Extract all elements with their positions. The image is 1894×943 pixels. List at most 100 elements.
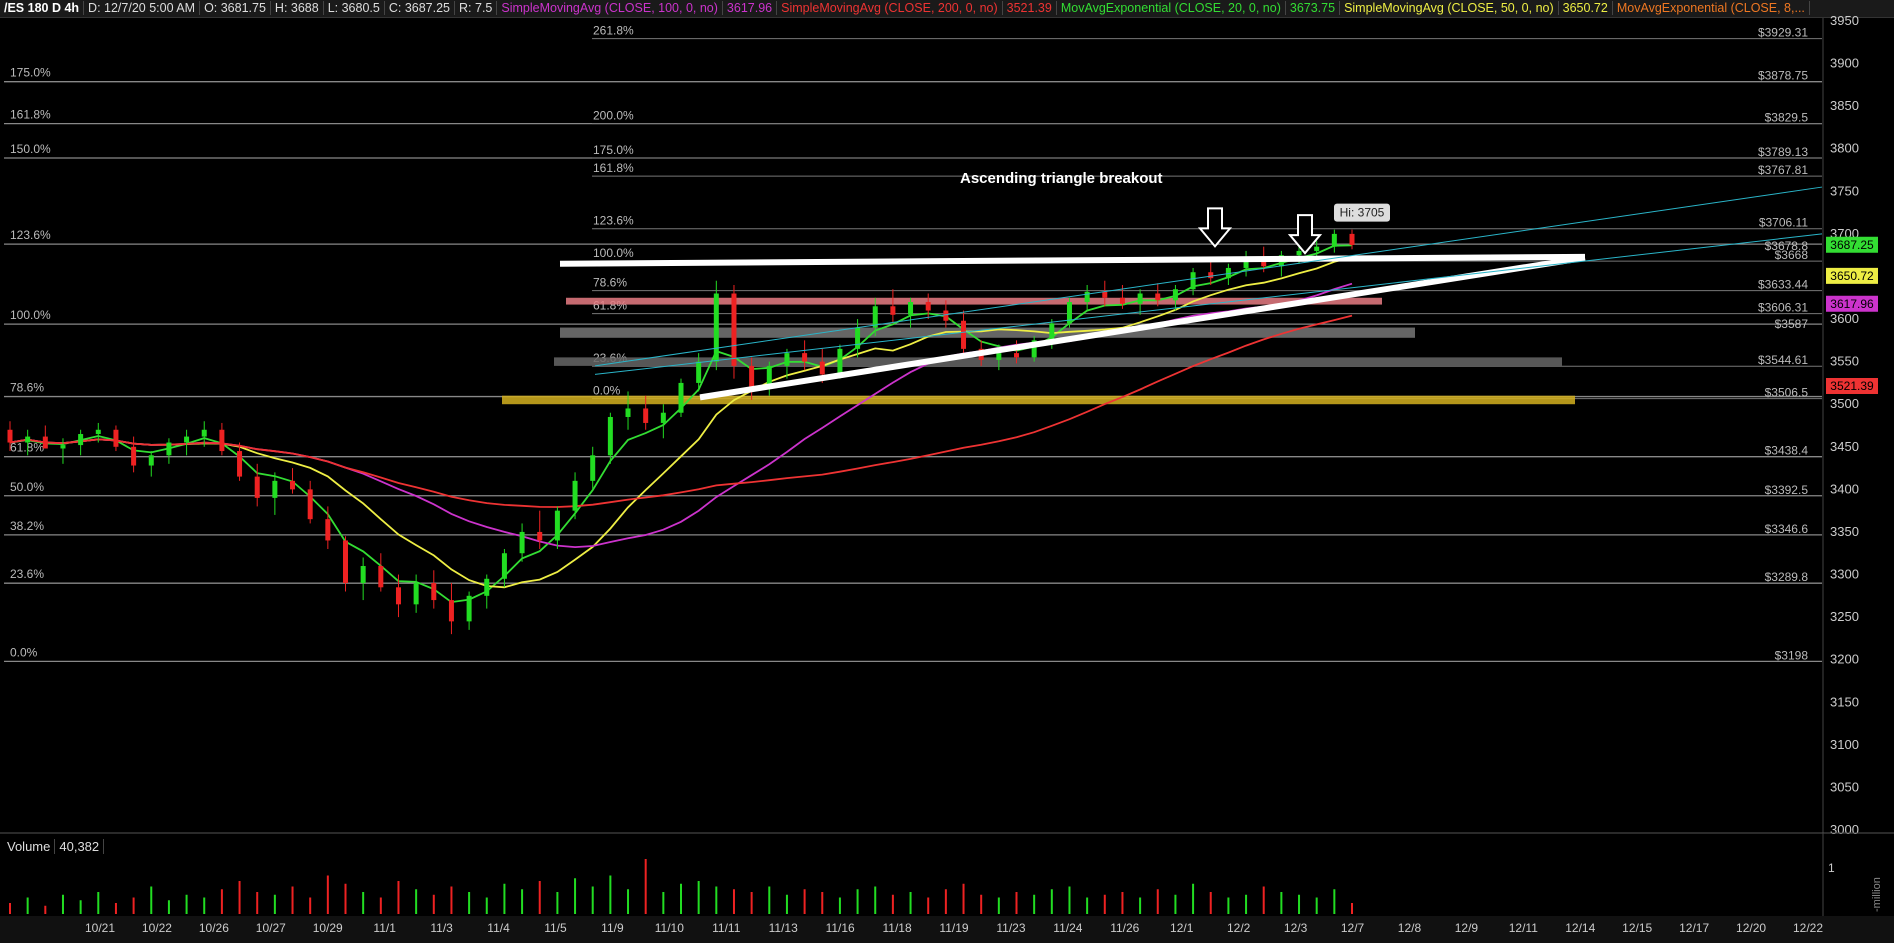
candle-body [484,578,490,596]
volume-bar [309,897,312,914]
x-tick-label: 11/23 [996,921,1025,935]
x-tick-label: 12/9 [1455,921,1479,935]
x-tick-label: 10/21 [85,921,115,935]
volume-bar [750,892,753,914]
candle-body [554,510,560,541]
volume-bar [715,886,718,914]
candle-body [78,434,84,446]
y-tick-label: 3350 [1830,524,1859,539]
price-badge-label: 3521.39 [1830,379,1874,393]
candle-body [1049,323,1055,341]
volume-bar [326,875,329,914]
volume-bar [1103,894,1106,914]
x-tick-label: 10/22 [142,921,172,935]
candle-body [802,353,808,362]
candle-body [131,446,137,466]
fib-left-label: 78.6% [10,381,44,395]
volume-bar [79,900,82,914]
y-tick-label: 3200 [1830,652,1859,667]
volume-bar [838,897,841,914]
candle-body [961,320,967,349]
y-tick-label: 3050 [1830,779,1859,794]
candle-body [1102,291,1108,298]
x-tick-label: 12/7 [1341,921,1365,935]
volume-bar [1121,892,1124,914]
fib-left-label: 0.0% [10,645,38,659]
x-tick-label: 11/16 [826,921,855,935]
volume-bar [1333,889,1336,914]
volume-bar [1262,886,1265,914]
y-tick-label: 3100 [1830,737,1859,752]
fib-left-label: 23.6% [10,567,44,581]
volume-bar [256,892,259,914]
y-tick-label: 3500 [1830,396,1859,411]
volume-bar [362,892,365,914]
candle-body [731,293,737,366]
candle-body [7,429,13,443]
candle-body [201,429,207,437]
level-price-label: $3878.75 [1758,69,1808,83]
volume-bar [220,889,223,914]
volume-bar [61,894,64,914]
y-tick-label: 3300 [1830,567,1859,582]
x-tick-label: 12/14 [1565,921,1595,935]
candle-body [166,442,172,456]
x-tick-label: 11/10 [655,921,684,935]
candle-body [660,412,666,423]
volume-bar [432,894,435,914]
candle-body [307,489,313,520]
volume-bar [944,889,947,914]
candle-body [819,361,825,375]
fib-right-label: 200.0% [593,109,634,123]
candle-body [60,445,66,449]
candle-body [148,455,154,466]
volume-bar [379,897,382,914]
price-badge-label: 3617.96 [1830,297,1874,311]
candle-body [607,416,613,456]
fib-left-label: 175.0% [10,66,51,80]
candle-body [219,429,225,452]
x-tick-label: 10/27 [256,921,286,935]
fib-left-label: 161.8% [10,108,51,122]
candle-body [1137,293,1143,304]
candle-body [237,451,243,477]
candle-body [42,436,48,449]
y-tick-label: 3150 [1830,694,1859,709]
candle-body [395,587,401,605]
volume-bar [1139,897,1142,914]
fib-left-label: 38.2% [10,519,44,533]
candle-body [272,480,278,498]
x-tick-label: 11/9 [601,921,624,935]
time-axis: 10/21 10/22 10/26 10/27 10/29 11/1 11/3 11/4 11/… [0,916,1894,943]
candle-body [943,310,949,321]
volume-bar [291,886,294,914]
x-tick-label: 12/2 [1227,921,1251,935]
x-tick-label: 11/18 [882,921,911,935]
candle-body [1172,289,1178,301]
price-chart[interactable]: 175.0%161.8%150.0%123.6%100.0%78.6%61.8%… [0,0,1894,943]
volume-bar [9,903,11,914]
volume-bar [1033,894,1036,914]
volume-bar [1015,892,1018,914]
x-tick-label: 11/11 [712,921,741,935]
candle-body [1084,291,1090,303]
y-tick-label: 3600 [1830,311,1859,326]
x-tick-label: 12/22 [1793,921,1823,935]
candle-body [501,553,507,579]
level-price-label: $3668 [1775,248,1809,262]
candle-body [95,429,101,435]
volume-bar [962,883,965,914]
volume-bar [644,859,647,914]
price-badge-label: 3650.72 [1830,269,1874,283]
y-tick-label: 3900 [1830,56,1859,71]
volume-bar [485,897,488,914]
candle-body [696,361,702,383]
price-axis: 3950390038503800375037003650360035503500… [1822,13,1894,837]
candle-body [1190,272,1196,290]
fib-left-label: 50.0% [10,480,44,494]
volume-bar [732,889,735,914]
annotation-text: Ascending triangle breakout [960,170,1163,187]
fib-right-label: 123.6% [593,214,634,228]
candle-body [572,480,578,511]
volume-bar [97,892,100,914]
